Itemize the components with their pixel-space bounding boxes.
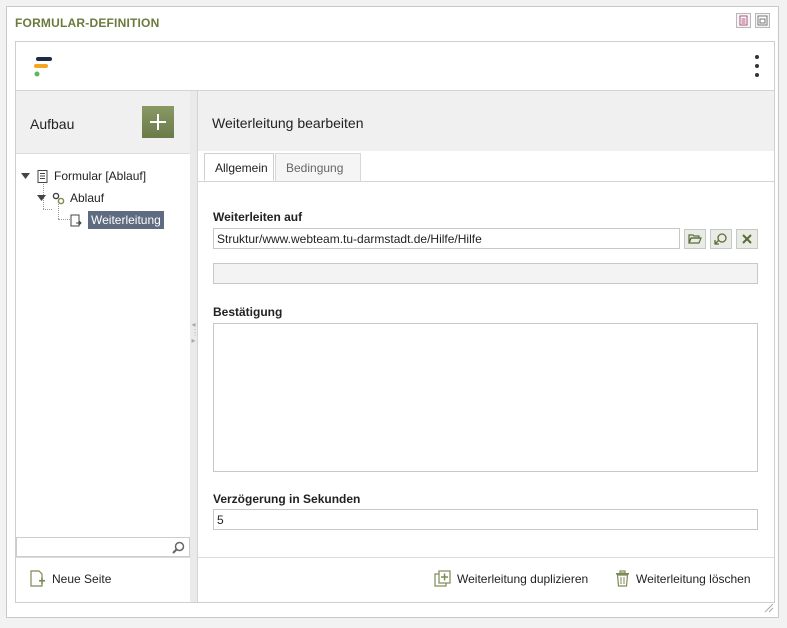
plus-icon bbox=[150, 114, 166, 130]
confirmation-textarea[interactable] bbox=[213, 323, 758, 472]
tab-allgemein[interactable]: Allgemein bbox=[204, 153, 274, 181]
edit-footer: Weiterleitung duplizieren Weiterleitung … bbox=[198, 557, 774, 602]
edit-header: Weiterleitung bearbeiten bbox=[198, 91, 774, 152]
delete-button[interactable]: Weiterleitung löschen bbox=[615, 570, 751, 587]
browse-button[interactable] bbox=[684, 229, 706, 249]
search-icon[interactable] bbox=[172, 541, 185, 557]
gears-icon bbox=[52, 192, 65, 205]
redirect-target-field[interactable]: Struktur/www.webteam.tu-darmstadt.de/Hil… bbox=[213, 228, 680, 249]
new-page-label: Neue Seite bbox=[52, 572, 112, 586]
open-target-button[interactable] bbox=[710, 229, 732, 249]
new-page-icon bbox=[30, 570, 45, 587]
splitter-grip-icon[interactable]: ◂ ⋮ ▸ bbox=[191, 321, 199, 371]
editor-panel: Aufbau Formular [Ablauf] Ablauf Weiterle… bbox=[15, 41, 775, 603]
resize-grip-icon[interactable] bbox=[764, 603, 774, 613]
redirect-secondary-field[interactable] bbox=[213, 263, 758, 284]
close-icon bbox=[742, 234, 752, 244]
tab-bar: Allgemein Bedingung bbox=[198, 151, 774, 182]
add-button[interactable] bbox=[142, 106, 174, 138]
duplicate-label: Weiterleitung duplizieren bbox=[457, 571, 589, 586]
window-icon[interactable] bbox=[755, 13, 770, 28]
tree-item-label: Formular [Ablauf] bbox=[54, 169, 147, 183]
form-icon bbox=[36, 169, 49, 183]
caret-down-icon[interactable] bbox=[20, 171, 30, 181]
window-title: FORMULAR-DEFINITION bbox=[15, 16, 160, 30]
duplicate-button[interactable]: Weiterleitung duplizieren bbox=[434, 570, 588, 587]
delay-input[interactable]: 5 bbox=[213, 509, 758, 530]
structure-pane: Aufbau Formular [Ablauf] Ablauf Weiterle… bbox=[16, 91, 191, 602]
delete-label: Weiterleitung löschen bbox=[636, 571, 751, 586]
tree-item-label: Weiterleitung bbox=[88, 211, 164, 229]
tree-search-input[interactable] bbox=[16, 537, 190, 557]
new-page-button[interactable]: Neue Seite bbox=[30, 570, 111, 588]
app-logo bbox=[34, 57, 52, 77]
caret-down-icon[interactable] bbox=[36, 193, 46, 203]
clear-button[interactable] bbox=[736, 229, 758, 249]
redirect-label: Weiterleiten auf bbox=[213, 210, 303, 224]
structure-footer: Neue Seite bbox=[16, 557, 190, 602]
more-vertical-icon[interactable] bbox=[754, 55, 760, 77]
open-link-icon bbox=[714, 233, 727, 245]
redirect-icon bbox=[70, 214, 83, 227]
document-icon[interactable] bbox=[736, 13, 751, 28]
tree-item-label: Ablauf bbox=[70, 191, 105, 205]
tree-item-formular[interactable]: Formular [Ablauf] bbox=[20, 166, 146, 186]
structure-title: Aufbau bbox=[30, 116, 75, 132]
top-toolbar bbox=[16, 42, 774, 91]
structure-header: Aufbau bbox=[16, 91, 190, 154]
edit-pane: Weiterleitung bearbeiten Allgemein Bedin… bbox=[198, 91, 774, 602]
pane-splitter[interactable]: ◂ ⋮ ▸ bbox=[190, 91, 199, 602]
delay-label: Verzögerung in Sekunden bbox=[213, 492, 361, 506]
edit-title: Weiterleitung bearbeiten bbox=[212, 115, 364, 131]
window-controls bbox=[736, 13, 770, 28]
tab-bedingung[interactable]: Bedingung bbox=[275, 153, 361, 181]
confirmation-label: Bestätigung bbox=[213, 305, 283, 319]
duplicate-icon bbox=[434, 570, 451, 587]
trash-icon bbox=[616, 570, 629, 587]
tree-item-ablauf[interactable]: Ablauf bbox=[36, 188, 104, 208]
form-definition-window: FORMULAR-DEFINITION Aufbau Formular [Abl… bbox=[6, 6, 779, 618]
folder-open-icon bbox=[688, 234, 702, 244]
tree-item-weiterleitung[interactable]: Weiterleitung bbox=[70, 210, 164, 230]
